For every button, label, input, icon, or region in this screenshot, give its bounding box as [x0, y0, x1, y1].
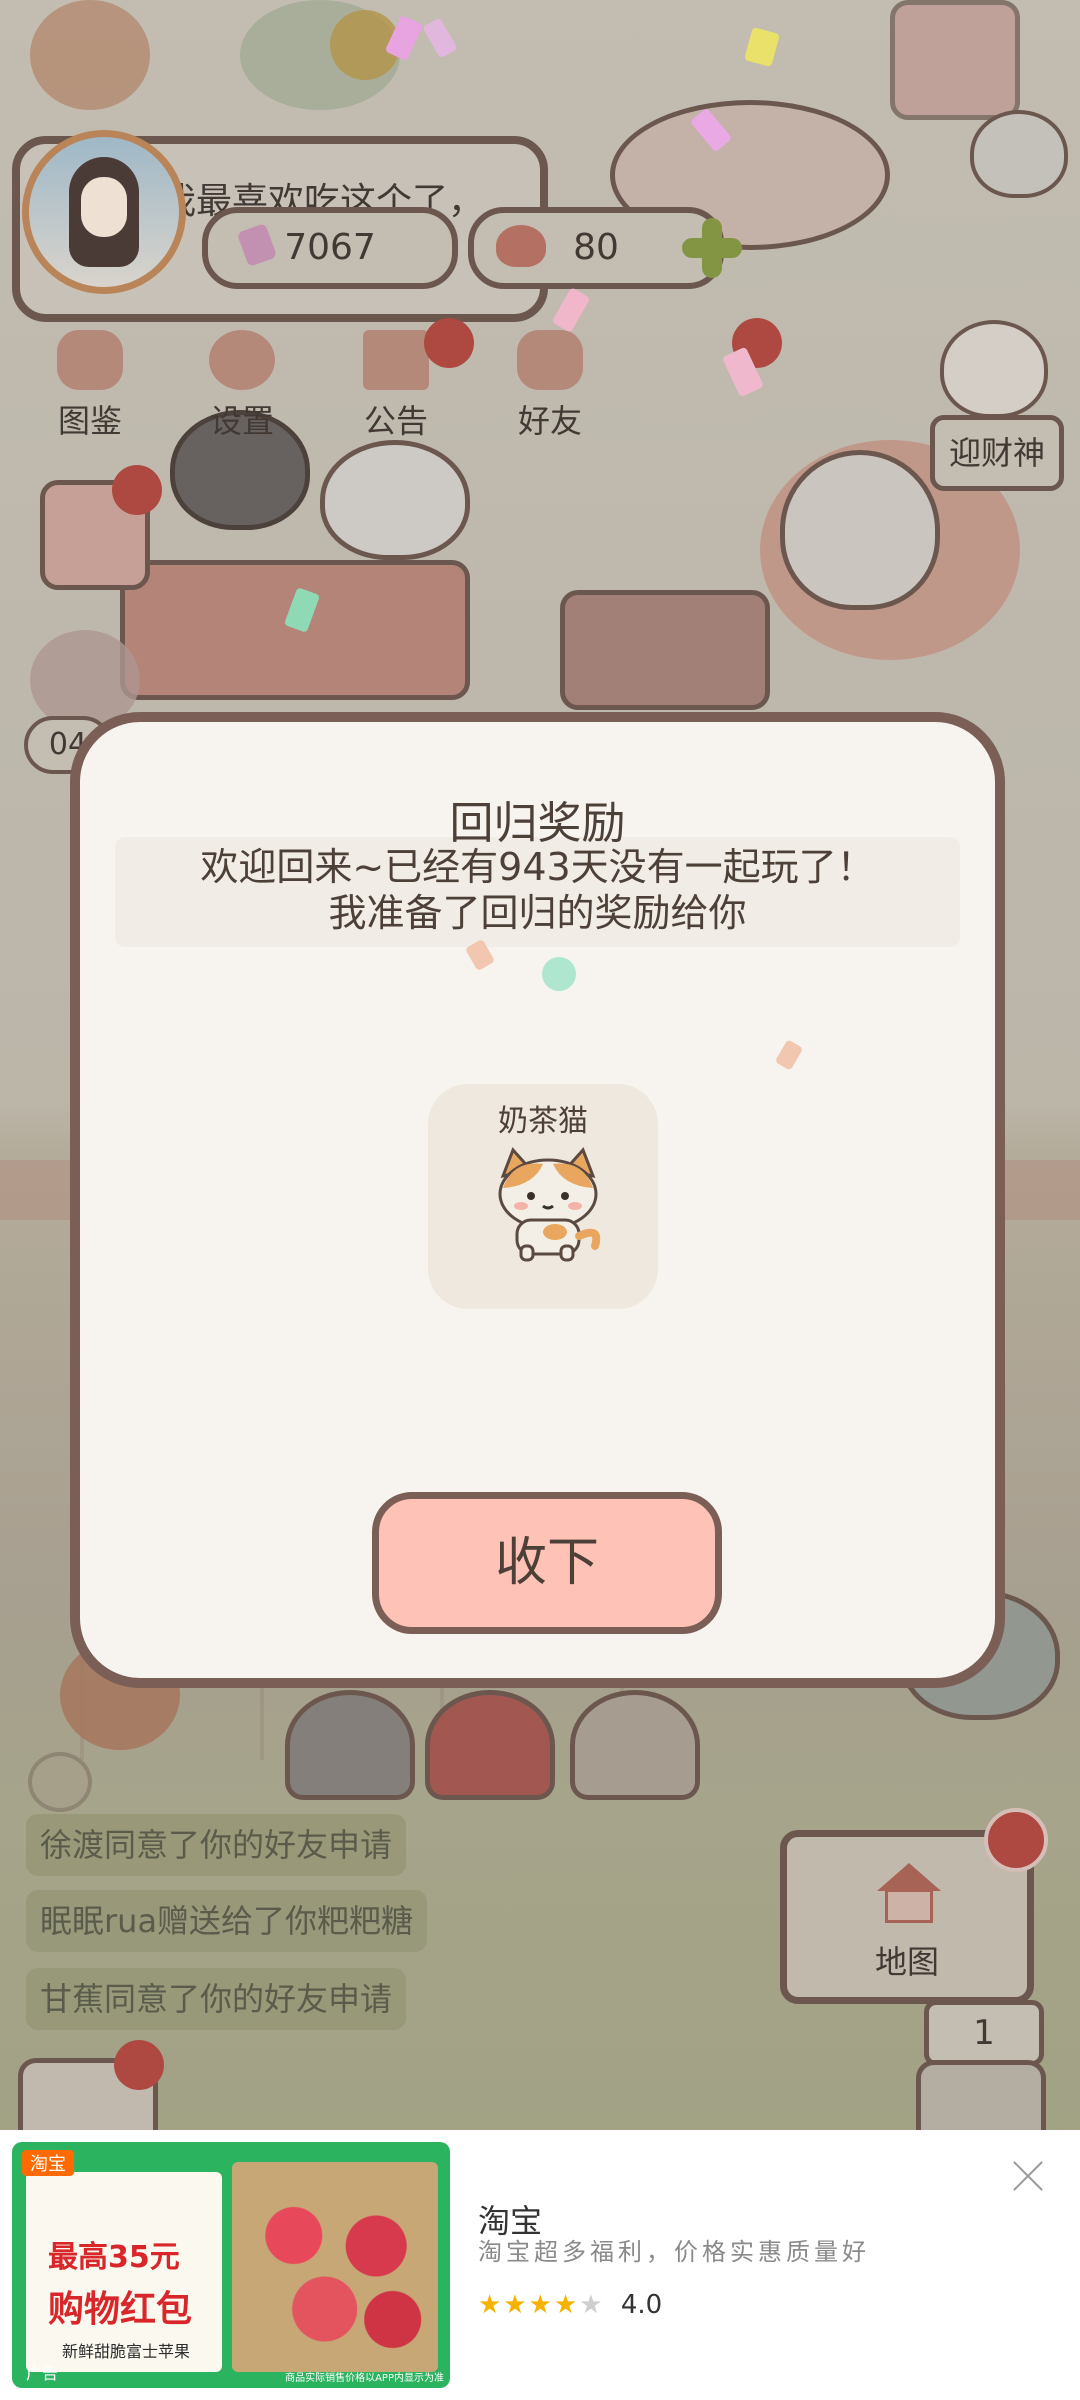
apple-basket-image	[232, 2162, 438, 2372]
confetti	[542, 957, 576, 991]
ad-rating-value: 4.0	[620, 2290, 663, 2320]
collect-button[interactable]: 收下	[372, 1492, 722, 1634]
ad-image-subtitle: 新鲜甜脆富士苹果	[62, 2342, 191, 2361]
ad-image-headline: 购物红包	[48, 2289, 193, 2330]
ad-disclaimer: 商品实际销售价格以APP内显示为准	[285, 2373, 444, 2384]
confetti	[774, 1039, 804, 1071]
avatar[interactable]	[22, 130, 186, 294]
ad-image-headline: 最高35元	[48, 2240, 180, 2275]
dialog-message-line: 欢迎回来~已经有943天没有一起玩了！	[200, 845, 875, 889]
dialog-message: 欢迎回来~已经有943天没有一起玩了！ 我准备了回归的奖励给你	[120, 844, 955, 936]
reward-card[interactable]: 奶茶猫	[428, 1084, 658, 1309]
close-icon[interactable]	[1012, 2160, 1044, 2192]
ad-rating: ★★★★★ 4.0	[478, 2290, 662, 2320]
ad-description: 淘宝超多福利，价格实惠质量好	[478, 2238, 870, 2266]
milk-tea-cat-icon	[498, 1147, 601, 1262]
reward-name: 奶茶猫	[498, 1104, 588, 1139]
ad-image-brand: 淘宝	[22, 2150, 74, 2176]
ad-image[interactable]: 淘宝 最高35元 购物红包 新鲜甜脆富士苹果 广告 商品实际销售价格以APP内显…	[12, 2142, 450, 2388]
dialog-message-line: 我准备了回归的奖励给你	[328, 891, 747, 935]
star-empty-icon: ★	[579, 2290, 603, 2320]
dialog-title: 回归奖励	[449, 798, 626, 849]
ad-tag: 广告	[26, 2364, 59, 2383]
star-icon: ★★★★	[478, 2290, 580, 2320]
return-reward-dialog: 回归奖励 欢迎回来~已经有943天没有一起玩了！ 我准备了回归的奖励给你 奶茶猫…	[70, 712, 1005, 1688]
